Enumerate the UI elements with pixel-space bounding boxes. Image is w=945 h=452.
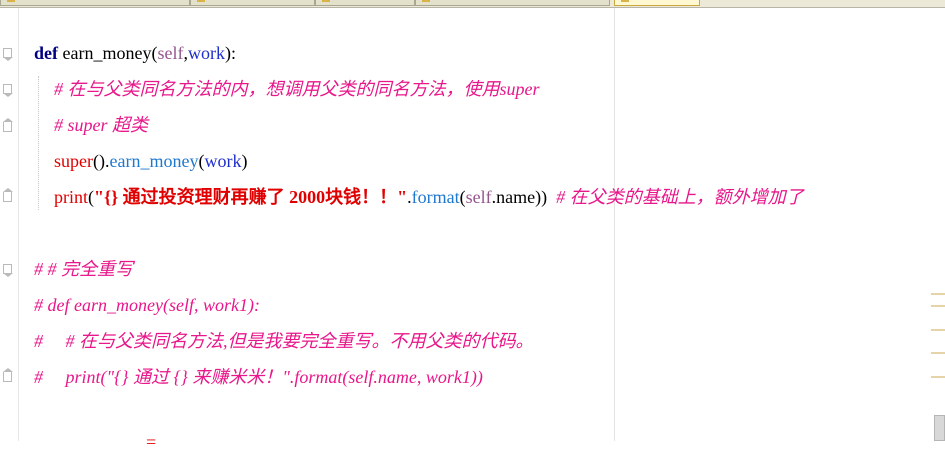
code-token: work xyxy=(204,151,242,171)
code-line-comment-2[interactable]: # super 超类 xyxy=(54,112,148,138)
right-margin-guide xyxy=(614,8,615,441)
code-token: ): xyxy=(224,43,236,63)
python-file-icon xyxy=(422,0,430,2)
code-token: # print("{} 通过 {} 来赚米米！".format(self.nam… xyxy=(34,367,483,387)
code-line-def[interactable]: def earn_money(self,work): xyxy=(34,40,236,66)
code-line-comment-1[interactable]: # 在与父类同名方法的内，想调用父类的同名方法，使用super xyxy=(54,76,540,102)
code-token: format xyxy=(411,187,460,207)
code-token: self xyxy=(157,43,184,63)
scrollbar-marker[interactable] xyxy=(931,293,945,295)
python-file-icon xyxy=(322,0,330,2)
fold-end-icon[interactable] xyxy=(3,118,13,132)
fold-collapse-icon[interactable] xyxy=(3,48,13,61)
code-token: earn_money( xyxy=(58,43,158,63)
scrollbar-marker[interactable] xyxy=(931,376,945,378)
indent-guide xyxy=(38,76,40,210)
code-token: # 在父类的基础上，额外增加了 xyxy=(547,187,804,207)
scrollbar-marker[interactable] xyxy=(931,352,945,354)
code-token: self xyxy=(465,187,492,207)
partial-code-glyph: = xyxy=(146,432,157,452)
code-token: # # 完全重写 xyxy=(34,259,133,279)
code-line-print-call[interactable]: print("{} 通过投资理财再赚了 2000块钱！！".format(sel… xyxy=(54,184,804,210)
code-token: def xyxy=(34,43,58,63)
file-tab[interactable] xyxy=(415,0,610,6)
code-token: .name)) xyxy=(491,187,548,207)
code-token: super xyxy=(54,151,93,171)
code-token: (). xyxy=(93,151,110,171)
fold-end-icon[interactable] xyxy=(3,368,13,382)
code-token: print xyxy=(54,187,88,207)
code-token: # super 超类 xyxy=(54,115,148,135)
code-token: "{} 通过投资理财再赚了 2000块钱！！" xyxy=(94,187,408,207)
code-token: earn_money xyxy=(109,151,199,171)
python-file-icon xyxy=(7,0,15,2)
code-line-comment-5[interactable]: # # 在与父类同名方法,但是我要完全重写。不用父类的代码。 xyxy=(34,328,534,354)
python-file-icon xyxy=(197,0,205,2)
code-token: ) xyxy=(241,151,248,171)
fold-collapse-icon[interactable] xyxy=(3,84,13,97)
code-line-comment-3[interactable]: # # 完全重写 xyxy=(34,256,133,282)
code-token: work xyxy=(187,43,225,63)
code-token: # # 在与父类同名方法,但是我要完全重写。不用父类的代码。 xyxy=(34,331,534,351)
file-tab[interactable] xyxy=(0,0,190,6)
code-line-super-call[interactable]: super().earn_money(work) xyxy=(54,148,247,174)
editor-gutter xyxy=(0,8,19,441)
code-line-comment-6[interactable]: # print("{} 通过 {} 来赚米米！".format(self.nam… xyxy=(34,364,483,390)
code-token: # 在与父类同名方法的内，想调用父类的同名方法，使用super xyxy=(54,79,540,99)
editor-tab-bar xyxy=(0,0,945,8)
code-line-comment-4[interactable]: # def earn_money(self, work1): xyxy=(34,292,260,318)
scrollbar-marker[interactable] xyxy=(931,329,945,331)
file-tab[interactable] xyxy=(190,0,315,6)
active-file-tab[interactable] xyxy=(614,0,700,6)
code-token: # def earn_money(self, work1): xyxy=(34,295,260,315)
python-file-icon xyxy=(621,0,629,2)
file-tab[interactable] xyxy=(315,0,415,6)
fold-end-icon[interactable] xyxy=(3,188,13,202)
scrollbar-marker[interactable] xyxy=(931,305,945,307)
fold-collapse-icon[interactable] xyxy=(3,264,13,277)
scrollbar-thumb[interactable] xyxy=(934,415,945,441)
